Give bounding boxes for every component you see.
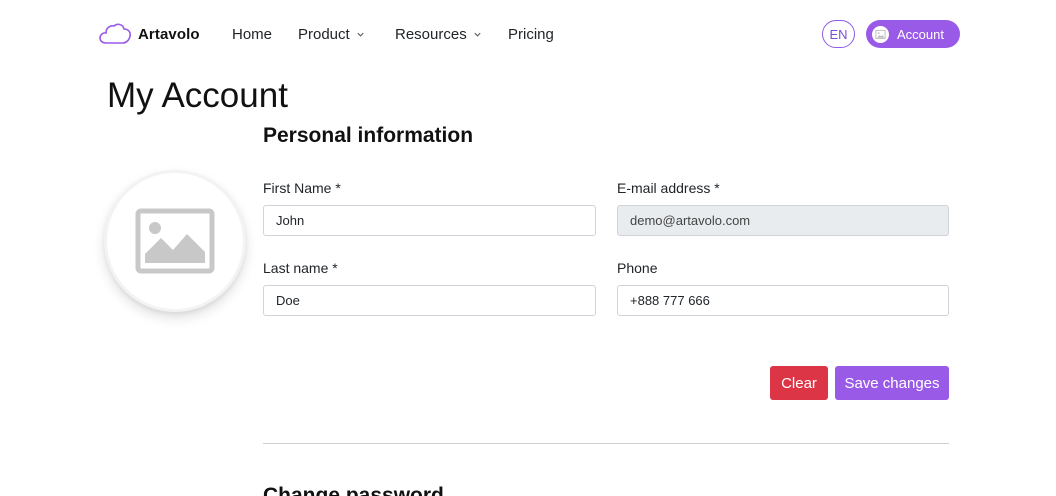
cloud-logo-icon bbox=[99, 23, 131, 44]
clear-button[interactable]: Clear bbox=[770, 366, 828, 400]
top-navbar: Artavolo Home Product Resources Pricing … bbox=[0, 0, 1056, 70]
change-password-heading: Change password bbox=[263, 484, 444, 496]
last-name-input[interactable] bbox=[263, 285, 596, 316]
image-placeholder-icon bbox=[875, 29, 886, 39]
email-input bbox=[617, 205, 949, 236]
nav-link-home[interactable]: Home bbox=[232, 26, 272, 43]
email-label: E-mail address * bbox=[617, 180, 720, 196]
brand-name: Artavolo bbox=[138, 25, 200, 43]
avatar-icon bbox=[872, 25, 889, 43]
profile-avatar[interactable] bbox=[104, 170, 246, 312]
nav-link-resources[interactable]: Resources bbox=[395, 26, 482, 43]
first-name-label: First Name * bbox=[263, 180, 341, 196]
nav-link-label: Resources bbox=[395, 26, 467, 43]
chevron-down-icon bbox=[357, 32, 364, 37]
phone-input[interactable] bbox=[617, 285, 949, 316]
phone-label: Phone bbox=[617, 260, 658, 276]
chevron-down-icon bbox=[474, 32, 481, 37]
page-title: My Account bbox=[107, 76, 288, 115]
language-button[interactable]: EN bbox=[822, 20, 855, 48]
first-name-input[interactable] bbox=[263, 205, 596, 236]
nav-link-product[interactable]: Product bbox=[298, 26, 365, 43]
nav-link-pricing[interactable]: Pricing bbox=[508, 26, 554, 43]
brand[interactable]: Artavolo bbox=[98, 21, 200, 47]
section-divider bbox=[263, 443, 949, 444]
last-name-label: Last name * bbox=[263, 260, 338, 276]
nav-link-label: Home bbox=[232, 26, 273, 43]
image-placeholder-icon bbox=[135, 208, 215, 274]
avatar-inner bbox=[107, 173, 243, 309]
personal-info-heading: Personal information bbox=[263, 124, 474, 147]
account-button[interactable]: Account bbox=[866, 20, 960, 48]
account-label: Account bbox=[897, 26, 944, 42]
save-changes-button[interactable]: Save changes bbox=[835, 366, 949, 400]
nav-link-label: Product bbox=[298, 26, 350, 43]
nav-link-label: Pricing bbox=[508, 26, 554, 43]
